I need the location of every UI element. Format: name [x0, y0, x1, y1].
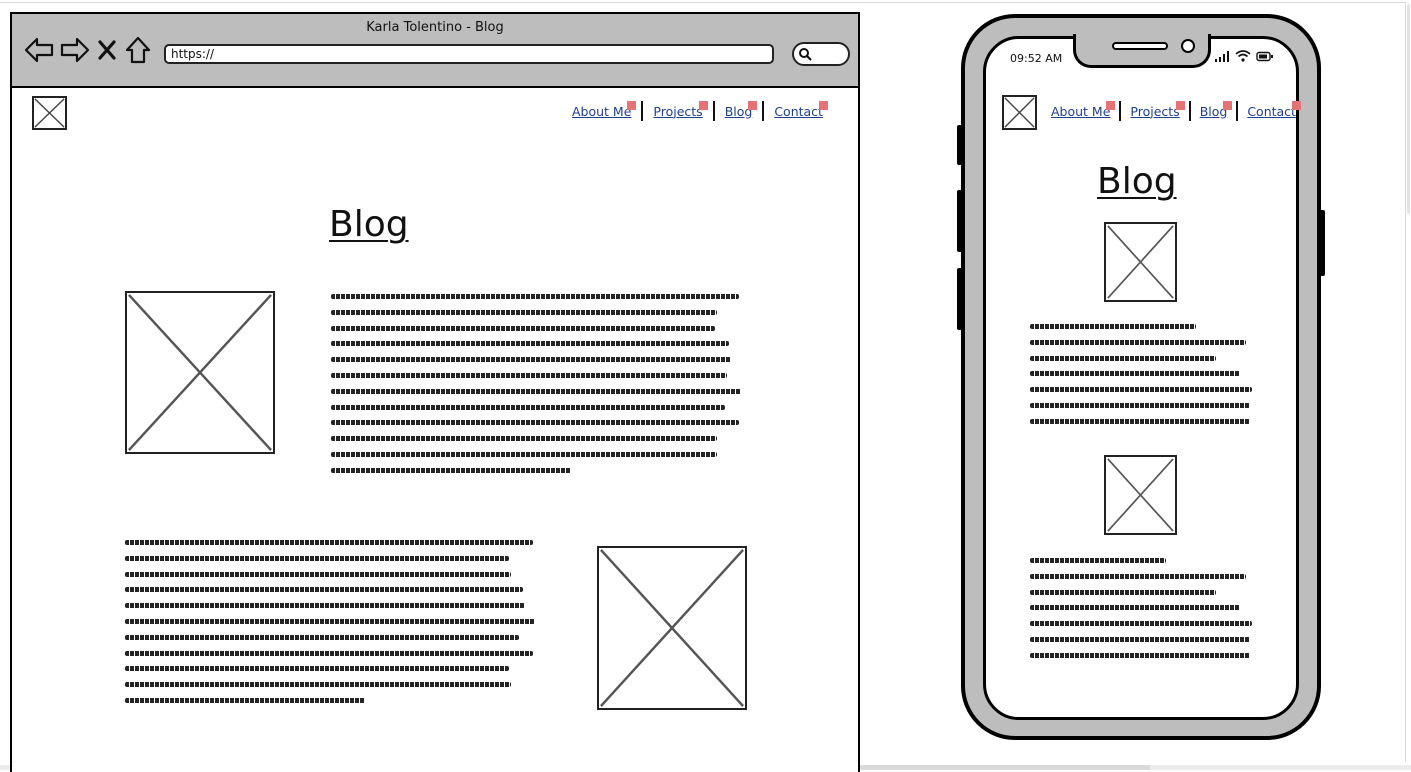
post-text-block [125, 540, 537, 714]
nav-link-label: About Me [572, 103, 632, 119]
battery-icon [1256, 51, 1273, 61]
nav-divider [1188, 101, 1191, 121]
nav-link-contact[interactable]: Contact [772, 100, 828, 119]
link-marker [1291, 100, 1301, 110]
link-marker [1106, 100, 1116, 110]
nav-link-contact[interactable]: Contact [1245, 100, 1301, 119]
text-line [331, 309, 717, 315]
text-line [1030, 589, 1216, 595]
mobile-post-image-placeholder [1104, 455, 1177, 535]
nav-link-projects[interactable]: Projects [1128, 100, 1185, 119]
nav-link-label: About Me [1051, 103, 1111, 119]
text-line [1030, 605, 1240, 611]
forward-arrow-icon[interactable] [60, 36, 90, 64]
nav-link-label: Projects [1130, 103, 1180, 119]
mobile-logo-placeholder[interactable] [1002, 95, 1037, 130]
text-line [331, 325, 715, 331]
nav-link-blog[interactable]: Blog [1198, 100, 1233, 119]
text-line [125, 650, 533, 656]
text-line [125, 666, 509, 672]
browser-toolbar: Karla Tolentino - Blog https:// [12, 14, 858, 88]
text-line [331, 436, 717, 442]
wifi-icon [1235, 50, 1251, 62]
link-marker [1175, 100, 1185, 110]
nav-link-projects[interactable]: Projects [651, 100, 708, 119]
nav-link-about-me[interactable]: About Me [570, 100, 637, 119]
signal-icon [1215, 51, 1229, 62]
text-line [125, 682, 511, 688]
nav-divider [1236, 101, 1239, 121]
nav-divider [762, 101, 765, 121]
text-line [125, 540, 533, 545]
text-line [331, 467, 571, 473]
text-line [1030, 558, 1166, 563]
nav-divider [1119, 101, 1122, 121]
nav-link-about-me[interactable]: About Me [1049, 100, 1116, 119]
text-line [125, 603, 525, 609]
browser-nav-icons [24, 34, 152, 66]
browser-window-title: Karla Tolentino - Blog [366, 20, 504, 35]
text-line [1030, 402, 1250, 408]
mobile-post-image-placeholder [1104, 222, 1177, 302]
nav-link-blog[interactable]: Blog [723, 100, 758, 119]
text-line [331, 294, 739, 299]
vertical-scrollbar[interactable] [1407, 4, 1410, 214]
link-marker [748, 100, 758, 110]
link-marker [818, 100, 828, 110]
post-text-block [331, 294, 743, 484]
browser-search-button[interactable] [792, 42, 850, 66]
nav-divider [712, 101, 715, 121]
phone-speaker [1112, 42, 1168, 50]
text-line [331, 404, 725, 410]
link-marker [1223, 100, 1233, 110]
post-image-placeholder [125, 291, 275, 454]
nav-link-label: Contact [1247, 103, 1296, 119]
post-image-placeholder [597, 546, 747, 710]
home-icon[interactable] [124, 36, 152, 64]
text-line [1030, 324, 1196, 329]
text-line [125, 697, 365, 703]
text-line [125, 618, 535, 624]
text-line [331, 451, 717, 457]
mobile-post-text-block [1030, 324, 1254, 435]
mobile-page-title: Blog [1097, 161, 1177, 202]
mobile-post-text-block [1030, 558, 1254, 669]
search-icon [799, 48, 812, 61]
text-line [1030, 387, 1252, 393]
text-line [125, 555, 509, 561]
text-line [1030, 621, 1252, 627]
page-title: Blog [329, 204, 409, 245]
text-line [331, 420, 739, 426]
text-line [125, 571, 511, 577]
text-line [331, 357, 731, 363]
address-bar[interactable]: https:// [164, 44, 774, 64]
text-line [1030, 418, 1250, 424]
site-logo-placeholder[interactable] [32, 96, 67, 130]
desktop-main-nav: About Me Projects Blog Contact [570, 100, 828, 121]
text-line [1030, 339, 1246, 345]
text-line [125, 634, 519, 640]
text-line [331, 372, 727, 378]
nav-link-label: Contact [774, 103, 823, 119]
nav-divider [641, 101, 644, 121]
link-marker [698, 100, 708, 110]
canvas-right-edge [1405, 2, 1406, 762]
text-line [1030, 371, 1240, 377]
text-line [1030, 573, 1246, 579]
text-line [331, 388, 741, 394]
text-line [1030, 636, 1250, 642]
nav-link-label: Projects [653, 103, 703, 119]
mobile-main-nav: About Me Projects Blog Contact [1049, 100, 1301, 121]
link-marker [627, 100, 637, 110]
text-line [331, 341, 729, 347]
close-icon[interactable] [96, 38, 118, 62]
phone-camera [1181, 39, 1195, 53]
back-arrow-icon[interactable] [24, 36, 54, 64]
status-bar-icons [1214, 50, 1274, 62]
text-line [1030, 355, 1216, 361]
text-line [125, 587, 523, 593]
text-line [1030, 652, 1250, 658]
status-bar-time: 09:52 AM [1010, 52, 1063, 65]
canvas-top-edge [0, 2, 1405, 3]
